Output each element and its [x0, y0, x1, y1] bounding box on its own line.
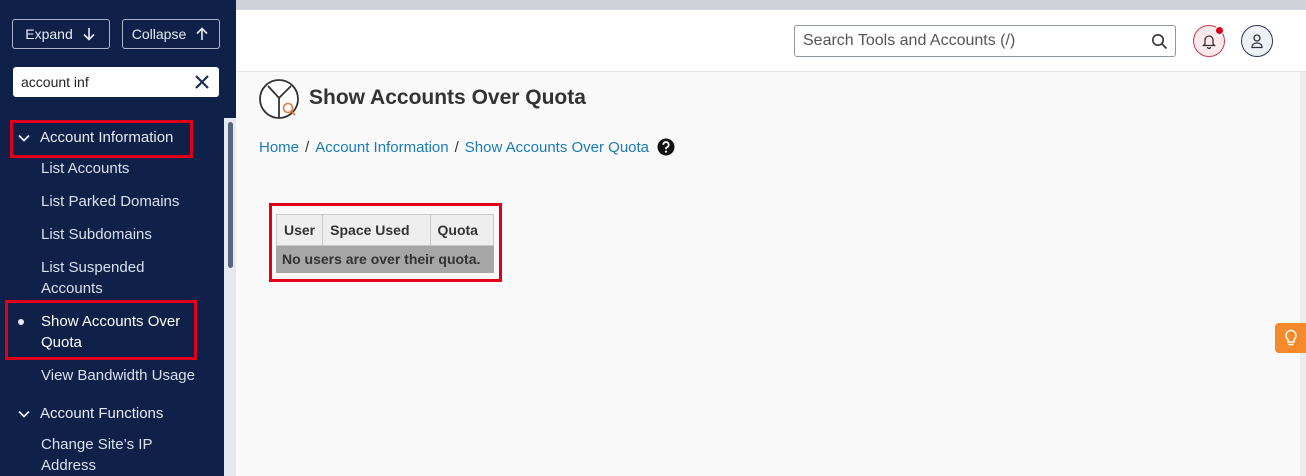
breadcrumb-show-accounts-over-quota[interactable]: Show Accounts Over Quota	[465, 139, 649, 156]
sidebar-scrollbar-thumb[interactable]	[228, 122, 233, 268]
tips-button[interactable]	[1275, 323, 1306, 353]
sidebar-item-list-accounts[interactable]: List Accounts	[41, 158, 211, 179]
category-label: Account Functions	[40, 405, 164, 422]
page-icon	[259, 79, 299, 119]
collapse-label: Collapse	[131, 26, 187, 42]
highlight-box	[10, 120, 193, 158]
header	[236, 10, 1306, 72]
global-search	[794, 25, 1176, 57]
user-icon	[1251, 34, 1263, 49]
arrow-down-icon	[83, 28, 95, 41]
expand-button[interactable]: Expand	[12, 19, 110, 49]
bell-icon	[1202, 35, 1216, 49]
lightbulb-icon	[1284, 329, 1297, 346]
breadcrumb-home[interactable]: Home	[259, 139, 299, 156]
sidebar: Expand Collapse Account Information List…	[0, 0, 236, 476]
page-title: Show Accounts Over Quota	[309, 86, 586, 109]
highlight-box	[5, 300, 197, 360]
top-strip	[236, 0, 1306, 10]
close-icon[interactable]	[193, 73, 211, 91]
breadcrumb-separator: /	[454, 138, 459, 156]
global-search-input[interactable]	[803, 32, 1143, 50]
page-scrollbar[interactable]	[1300, 72, 1306, 476]
breadcrumb-separator: /	[305, 138, 310, 156]
sidebar-item-list-suspended-accounts[interactable]: List Suspended Accounts	[41, 257, 171, 299]
breadcrumb-account-information[interactable]: Account Information	[315, 139, 448, 156]
help-icon[interactable]	[657, 138, 675, 156]
user-menu-button[interactable]	[1241, 25, 1273, 57]
notification-dot	[1215, 26, 1224, 35]
arrow-up-icon	[196, 27, 208, 40]
sidebar-item-change-site-ip[interactable]: Change Site’s IP Address	[41, 434, 171, 476]
sidebar-item-list-parked-domains[interactable]: List Parked Domains	[41, 191, 211, 212]
breadcrumb: Home / Account Information / Show Accoun…	[259, 138, 675, 156]
sidebar-search-input[interactable]	[21, 74, 181, 90]
search-icon[interactable]	[1151, 33, 1168, 50]
collapse-button[interactable]: Collapse	[122, 19, 220, 49]
highlight-box	[269, 203, 502, 282]
sidebar-item-view-bandwidth-usage[interactable]: View Bandwidth Usage	[41, 365, 211, 386]
sidebar-item-list-subdomains[interactable]: List Subdomains	[41, 224, 211, 245]
expand-label: Expand	[25, 26, 73, 42]
chevron-down-icon	[18, 410, 30, 418]
notifications-button[interactable]	[1193, 25, 1225, 57]
sidebar-search	[13, 67, 219, 97]
category-account-functions[interactable]: Account Functions	[17, 405, 163, 422]
